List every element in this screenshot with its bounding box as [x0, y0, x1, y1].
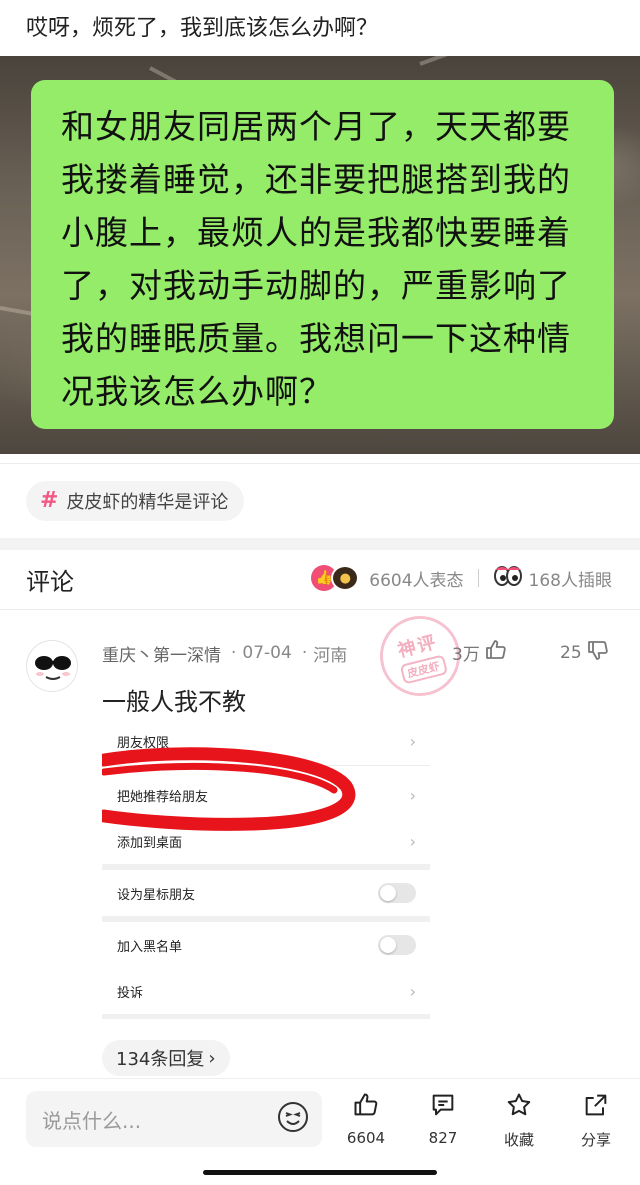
bubble-text: 和女朋友同居两个月了，天天都要 我搂着睡觉，还非要把腿搭到我的 小腹上，最烦人的…: [61, 100, 588, 418]
divider: [0, 463, 640, 464]
share-icon: [582, 1091, 610, 1123]
like-button[interactable]: 6604: [336, 1091, 396, 1147]
chevron-right-icon: ›: [409, 731, 416, 751]
section-gap: [0, 538, 640, 550]
face-emoji-icon: ●: [331, 565, 360, 591]
settings-row: 投诉 ›: [102, 968, 430, 1014]
watch-count: 168人插眼: [528, 570, 612, 591]
comment-dislike-button[interactable]: 25: [560, 638, 610, 667]
comment-input[interactable]: 说点什么...: [26, 1091, 322, 1147]
chevron-right-icon: ›: [208, 1047, 216, 1069]
toggle-knob: [380, 885, 396, 901]
replies-count: 134条回复: [116, 1049, 205, 1070]
comments-title: 评论: [26, 568, 74, 596]
background-detail: [419, 56, 553, 66]
comment-placeholder: 说点什么...: [42, 1108, 142, 1133]
comment-meta: 重庆丶第一深情 · 07-04 · 河南: [102, 640, 347, 666]
avatar[interactable]: [26, 640, 78, 692]
home-indicator[interactable]: [203, 1170, 437, 1175]
comment-icon: [429, 1091, 457, 1123]
comment-button[interactable]: 827: [413, 1091, 473, 1147]
settings-row-label: 朋友权限: [117, 735, 170, 751]
settings-row: 添加到桌面 ›: [102, 818, 430, 864]
topic-tag[interactable]: # 皮皮虾的精华是评论: [26, 481, 245, 521]
settings-row: 设为星标朋友: [102, 870, 430, 916]
like-count: 6604: [346, 1129, 386, 1147]
like-count: 3万: [452, 645, 480, 665]
star-icon: [505, 1091, 533, 1123]
chevron-right-icon: ›: [409, 785, 416, 805]
comment-username[interactable]: 重庆丶第一深情: [102, 641, 221, 666]
share-label: 分享: [580, 1131, 611, 1149]
section-separator: [102, 1014, 430, 1019]
share-button[interactable]: 分享: [566, 1091, 626, 1150]
chevron-right-icon: ›: [409, 981, 416, 1001]
comment-like-button[interactable]: 3万: [452, 638, 508, 667]
bubble-line: 小腹上，最烦人的是我都快要睡着: [61, 213, 571, 252]
settings-row: 加入黑名单: [102, 922, 430, 968]
comment-count: 827: [428, 1129, 458, 1147]
toggle-knob: [380, 937, 396, 953]
bubble-line: 我搂着睡觉，还非要把腿搭到我的: [61, 160, 571, 199]
comment-location: 河南: [313, 645, 348, 666]
settings-row-label: 加入黑名单: [117, 939, 183, 955]
eyes-icon: [493, 565, 523, 592]
thumbs-down-icon: [586, 638, 610, 667]
settings-row-label: 投诉: [117, 985, 144, 1001]
divider: [102, 765, 430, 766]
reaction-count: 6604人表态: [369, 570, 464, 591]
comment-image[interactable]: 朋友权限 › 把她推荐给朋友 › 添加到桌面 › 设为星标朋友 加入黑名单 投诉…: [102, 716, 430, 1019]
reaction-separator: [477, 569, 479, 587]
view-replies-button[interactable]: 134条回复 ›: [102, 1040, 230, 1076]
comment-date: 07-04: [242, 643, 292, 663]
settings-row-label: 设为星标朋友: [117, 887, 196, 903]
post-image[interactable]: 和女朋友同居两个月了，天天都要 我搂着睡觉，还非要把腿搭到我的 小腹上，最烦人的…: [0, 56, 640, 454]
collect-button[interactable]: 收藏: [489, 1091, 549, 1150]
hash-icon: #: [40, 488, 59, 513]
chat-bubble: 和女朋友同居两个月了，天天都要 我搂着睡觉，还非要把腿搭到我的 小腹上，最烦人的…: [31, 80, 614, 429]
reactions-summary[interactable]: 👍 ● 6604人表态 168人插眼: [311, 562, 612, 594]
bottom-action-bar: 说点什么... 6604 827 收藏 分享: [0, 1078, 640, 1185]
divider: [0, 609, 640, 610]
toggle-switch: [378, 883, 416, 903]
topic-label: 皮皮虾的精华是评论: [66, 492, 229, 513]
meta-dot: ·: [301, 643, 308, 663]
bubble-line: 了，对我动手动脚的，严重影响了: [61, 266, 571, 305]
dislike-count: 25: [560, 642, 582, 663]
settings-row-label: 把她推荐给朋友: [117, 789, 209, 805]
toggle-switch: [378, 935, 416, 955]
comment-text: 一般人我不教: [102, 688, 246, 716]
bubble-line: 况我该怎么办啊？: [61, 372, 333, 411]
bubble-line: 和女朋友同居两个月了，天天都要: [61, 107, 571, 146]
post-title: 哎呀，烦死了，我到底该怎么办啊？: [26, 16, 379, 41]
settings-row: 把她推荐给朋友 ›: [102, 772, 430, 818]
thumbs-up-icon: [352, 1091, 380, 1123]
thumbs-up-icon: [484, 638, 508, 667]
settings-row: 朋友权限 ›: [102, 718, 430, 764]
bubble-line: 我的睡眠质量。我想问一下这种情: [61, 319, 571, 358]
meta-dot: ·: [231, 643, 237, 663]
reaction-emojis: 👍 ●: [311, 563, 363, 593]
collect-label: 收藏: [503, 1131, 534, 1149]
emoji-icon[interactable]: [276, 1100, 310, 1138]
chevron-right-icon: ›: [409, 831, 416, 851]
settings-row-label: 添加到桌面: [117, 835, 183, 851]
